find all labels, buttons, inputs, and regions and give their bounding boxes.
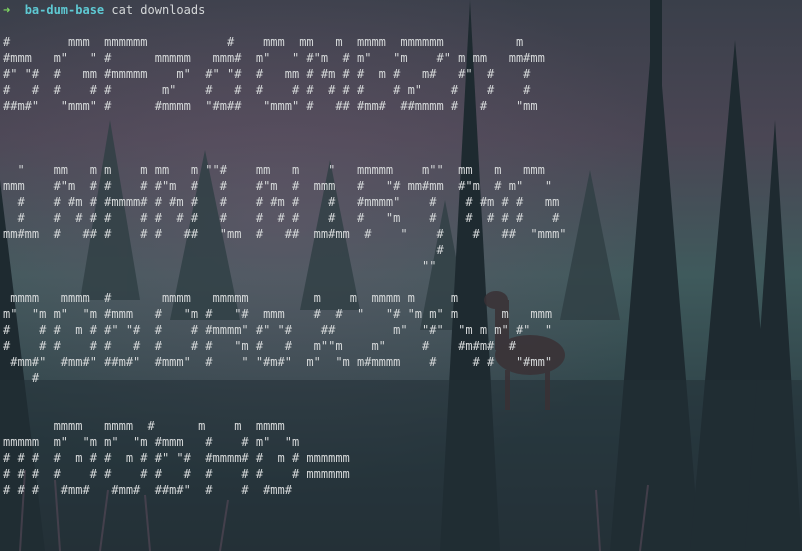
ascii-row: # # #m # #mmmm# # #m # # # #m # # #mmmm"… [3,195,560,209]
ascii-row: # # # # m # # m # #" "# #mmmm# # m # mmm… [3,451,350,465]
ascii-art-line-2: " mm m m m mm m ""# mm m " mmmmm m"" mm … [3,162,802,274]
ascii-row: # # # # # # # # # # # # # mmmmmm [3,467,350,481]
ascii-row: #mm#" #mm#" ##m#" #mmm" # " "#m#" m" "m … [3,355,553,369]
ascii-row: # # # # # # # # # # # # # # # "m # # # #… [3,211,560,225]
ascii-row: "" [3,259,437,273]
ascii-art-line-3: mmmm mmmm # mmmm mmmmm m m mmmm m m m" "m… [3,290,802,386]
ascii-row: mmmmm m" "m m" "m #mmm # # m" "m [3,435,300,449]
ascii-row: # # # # # m" # # # # # # # # # m" # # # [3,83,531,97]
ascii-row: mmmm mmmm # m m mmmm [3,419,285,433]
ascii-row: mmm #"m # # # #"m # # #"m # mmm # "# mm#… [3,179,553,193]
ascii-row: #" "# # mm #mmmmm m" #" "# # mm # #m # #… [3,67,531,81]
prompt-arrow-icon: ➜ [3,3,11,17]
ascii-row: # [3,371,40,385]
shell-prompt: ➜ ba-dum-base cat downloads [3,2,802,18]
ascii-row: # # # m # #" "# # # #mmmm" #" "# ## m" "… [3,323,553,337]
ascii-row: # # # #mm# #mm# ##m#" # # #mm# [3,483,292,497]
ascii-row: # # # # # # # # # "m # # m""m m" # #m#m#… [3,339,516,353]
ascii-row: mm#mm # ## # # # ## "mm # ## mm#mm # " #… [3,227,567,241]
ascii-row: ##m#" "mmm" # #mmmm "#m## "mmm" # ## #mm… [3,99,538,113]
ascii-art-line-1: # mmm mmmmmm # mmm mm m mmmm mmmmmm m #mm… [3,34,802,114]
ascii-row: #mmm m" " # mmmmm mmm# m" " #"m # m" "m … [3,51,545,65]
ascii-art-line-4: mmmm mmmm # m m mmmm mmmmm m" "m m" "m #m… [3,418,802,498]
ascii-row: m" "m m" "m #mmm # "m # "# mmm # # " "# … [3,307,553,321]
ascii-row: # [3,243,444,257]
ascii-row: mmmm mmmm # mmmm mmmmm m m mmmm m m [3,291,459,305]
prompt-command: cat downloads [111,3,206,17]
prompt-directory: ba-dum-base [24,3,105,17]
ascii-row: " mm m m m mm m ""# mm m " mmmmm m"" mm … [3,163,545,177]
terminal-window[interactable]: ➜ ba-dum-base cat downloads # mmm mmmmmm… [0,0,802,551]
ascii-row: # mmm mmmmmm # mmm mm m mmmm mmmmmm m [3,35,524,49]
